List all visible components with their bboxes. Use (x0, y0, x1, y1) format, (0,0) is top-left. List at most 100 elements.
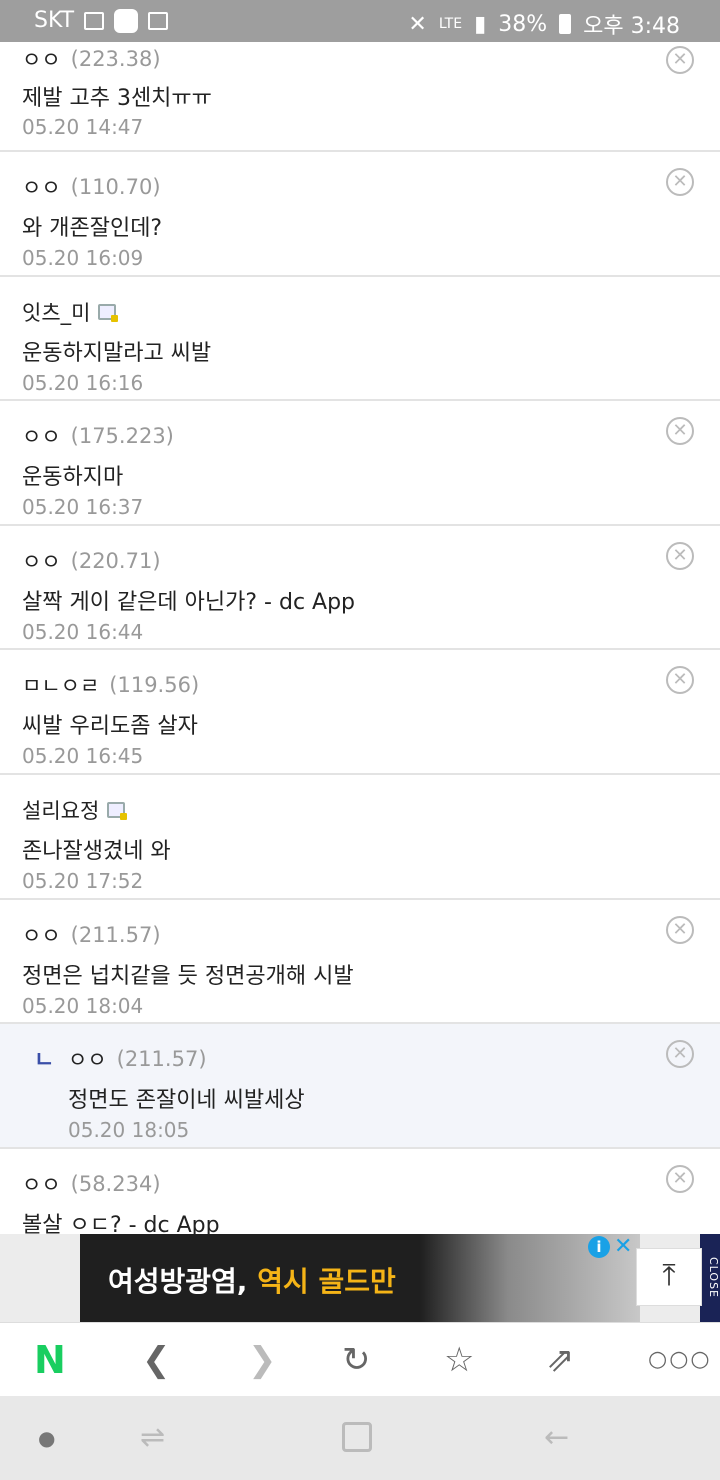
ad-close-button[interactable]: CLOSE (700, 1234, 720, 1322)
comment-author[interactable]: ㅇㅇ (211.57) (68, 1044, 207, 1074)
comment-item: ㅇㅇ (220.71) 살짝 게이 같은데 아닌가? - dc App 05.20… (0, 525, 720, 651)
delete-comment-button[interactable]: ✕ (666, 541, 694, 570)
chevron-right-icon: ❯ (248, 1340, 277, 1380)
signal-icon: ▮ (474, 11, 487, 37)
author-name[interactable]: ㅇㅇ (22, 920, 61, 950)
author-ip: (220.71) (70, 548, 161, 573)
bookmark-button[interactable]: ☆ (444, 1337, 474, 1383)
home-button[interactable] (342, 1422, 372, 1452)
ad-text: 여성방광염, 역시 골드만 (108, 1260, 396, 1300)
system-back-button[interactable]: ← (544, 1418, 569, 1458)
ad-text-main: 여성방광염, (108, 1265, 248, 1298)
comment-body: 운동하지마 (22, 465, 124, 491)
author-name[interactable]: ㅇㅇ (22, 44, 61, 74)
comment-body: 볼살 ㅇㄷ? - dc App (22, 1212, 220, 1234)
chevron-left-icon: ❮ (142, 1340, 171, 1380)
comment-date: 05.20 16:44 (22, 619, 144, 644)
comment-item: ㅇㅇ (110.70) 와 개존잘인데? 05.20 16:09 ✕ (0, 152, 720, 277)
clock: 오후 3:48 (583, 14, 680, 39)
author-ip: (211.57) (70, 922, 161, 947)
delete-comment-button[interactable]: ✕ (666, 915, 694, 944)
comment-date: 05.20 18:04 (22, 993, 144, 1018)
comment-author[interactable]: ㅇㅇ (223.38) (22, 44, 161, 74)
ad-image[interactable]: 여성방광염, 역시 골드만 (80, 1234, 640, 1322)
scroll-to-top-button[interactable]: ⤒ (636, 1248, 702, 1306)
comment-date: 05.20 18:05 (68, 1118, 190, 1143)
back-button[interactable]: ❮ (142, 1337, 171, 1383)
share-button[interactable]: ⇗ (546, 1337, 575, 1383)
comment-body: 운동하지말라고 씨발 (22, 340, 212, 366)
comment-author[interactable]: ㅁㄴㅇㄹ (119.56) (22, 670, 199, 700)
nav-dot-icon[interactable]: ● (38, 1418, 55, 1458)
author-ip: (175.223) (70, 424, 174, 449)
comment-body: 와 개존잘인데? (22, 216, 163, 241)
delete-comment-button[interactable]: ✕ (666, 1040, 694, 1069)
comment-author[interactable]: ㅇㅇ (220.71) (22, 546, 161, 576)
delete-comment-button[interactable]: ✕ (666, 666, 694, 695)
author-name[interactable]: ㅇㅇ (22, 1169, 61, 1199)
comment-author[interactable]: ㅇㅇ (175.223) (22, 421, 174, 451)
comment-body: 씨발 우리도좀 살자 (22, 714, 198, 740)
comment-item: ㅁㄴㅇㄹ (119.56) 씨발 우리도좀 살자 05.20 16:45 ✕ (0, 650, 720, 775)
ad-banner[interactable]: 여성방광염, 역시 골드만 i ✕ CLOSE (0, 1234, 720, 1322)
comment-date: 05.20 16:16 (22, 370, 144, 395)
battery-icon (559, 14, 572, 34)
comment-author[interactable]: 잇츠_미 (22, 297, 119, 327)
delete-comment-button[interactable]: ✕ (666, 168, 694, 196)
comment-date: 05.20 16:37 (22, 495, 144, 520)
author-ip: (211.57) (116, 1047, 207, 1072)
star-icon: ☆ (444, 1340, 475, 1380)
gallery-notification-icon (84, 11, 105, 30)
author-name[interactable]: ㅇㅇ (22, 172, 61, 202)
system-nav-bar: ● ⇌ ← (0, 1396, 720, 1480)
comment-item: 설리요정 존나잘생겼네 와 05.20 17:52 (0, 774, 720, 900)
battery-percent: 38% (498, 11, 548, 37)
comment-body: 제발 고추 3센치ㅠㅠ (22, 86, 212, 111)
author-ip: (110.70) (70, 175, 161, 199)
author-ip: (58.234) (70, 1171, 161, 1196)
arrow-left-icon: ← (544, 1420, 570, 1455)
author-name[interactable]: ㅇㅇ (68, 1044, 107, 1074)
comment-body: 살짝 게이 같은데 아닌가? - dc App (22, 589, 356, 615)
circle-x-icon: ✕ (672, 1043, 688, 1065)
network-label: LTE (438, 16, 463, 32)
circle-x-icon: ✕ (672, 171, 688, 192)
ad-text-highlight: 역시 골드만 (257, 1265, 396, 1298)
comment-author[interactable]: ㅇㅇ (211.57) (22, 920, 161, 950)
author-name[interactable]: ㅇㅇ (22, 546, 61, 576)
status-bar: SKT ✕ LTE ▮ 38% 오후 3:48 (0, 0, 720, 42)
circle-x-icon: ✕ (672, 918, 688, 940)
author-name[interactable]: ㅇㅇ (22, 421, 61, 451)
recent-apps-button[interactable]: ⇌ (140, 1418, 165, 1458)
more-dots-icon: ○○○ (648, 1347, 712, 1372)
alert-notification-icon (148, 11, 169, 30)
comment-date: 05.20 16:45 (22, 744, 144, 769)
reload-button[interactable]: ↻ (342, 1337, 371, 1383)
comment-date: 05.20 16:09 (22, 246, 144, 270)
author-ip: (119.56) (109, 673, 200, 698)
comment-list[interactable]: ㅇㅇ (223.38) 제발 고추 3센치ㅠㅠ 05.20 14:47 ✕ ㅇㅇ (… (0, 42, 720, 1234)
reload-icon: ↻ (342, 1340, 371, 1380)
naver-home-button[interactable]: N (34, 1337, 66, 1383)
comment-author[interactable]: ㅇㅇ (110.70) (22, 172, 161, 202)
mute-icon: ✕ (408, 11, 427, 37)
gallog-icon[interactable] (98, 303, 119, 322)
delete-comment-button[interactable]: ✕ (666, 417, 694, 446)
comment-body: 정면은 넙치같을 듯 정면공개해 시발 (22, 963, 354, 989)
forward-button[interactable]: ❯ (248, 1337, 277, 1383)
ad-close-icon[interactable]: ✕ (614, 1234, 632, 1259)
comment-item: ㅇㅇ (223.38) 제발 고추 3센치ㅠㅠ 05.20 14:47 ✕ (0, 42, 720, 152)
author-name[interactable]: 설리요정 (22, 795, 99, 825)
comment-body: 존나잘생겼네 와 (22, 838, 171, 864)
ad-info-icon[interactable]: i (588, 1236, 610, 1258)
delete-comment-button[interactable]: ✕ (666, 1164, 694, 1193)
delete-comment-button[interactable]: ✕ (666, 46, 694, 74)
gallog-icon[interactable] (107, 801, 128, 820)
comment-author[interactable]: ㅇㅇ (58.234) (22, 1169, 161, 1199)
author-name[interactable]: ㅁㄴㅇㄹ (22, 670, 99, 700)
author-name[interactable]: 잇츠_미 (22, 297, 90, 327)
browser-toolbar: N ❮ ❯ ↻ ☆ ⇗ ○○○ (0, 1322, 720, 1396)
comment-author[interactable]: 설리요정 (22, 795, 128, 825)
comment-item: 잇츠_미 운동하지말라고 씨발 05.20 16:16 (0, 276, 720, 402)
more-button[interactable]: ○○○ (648, 1337, 712, 1383)
